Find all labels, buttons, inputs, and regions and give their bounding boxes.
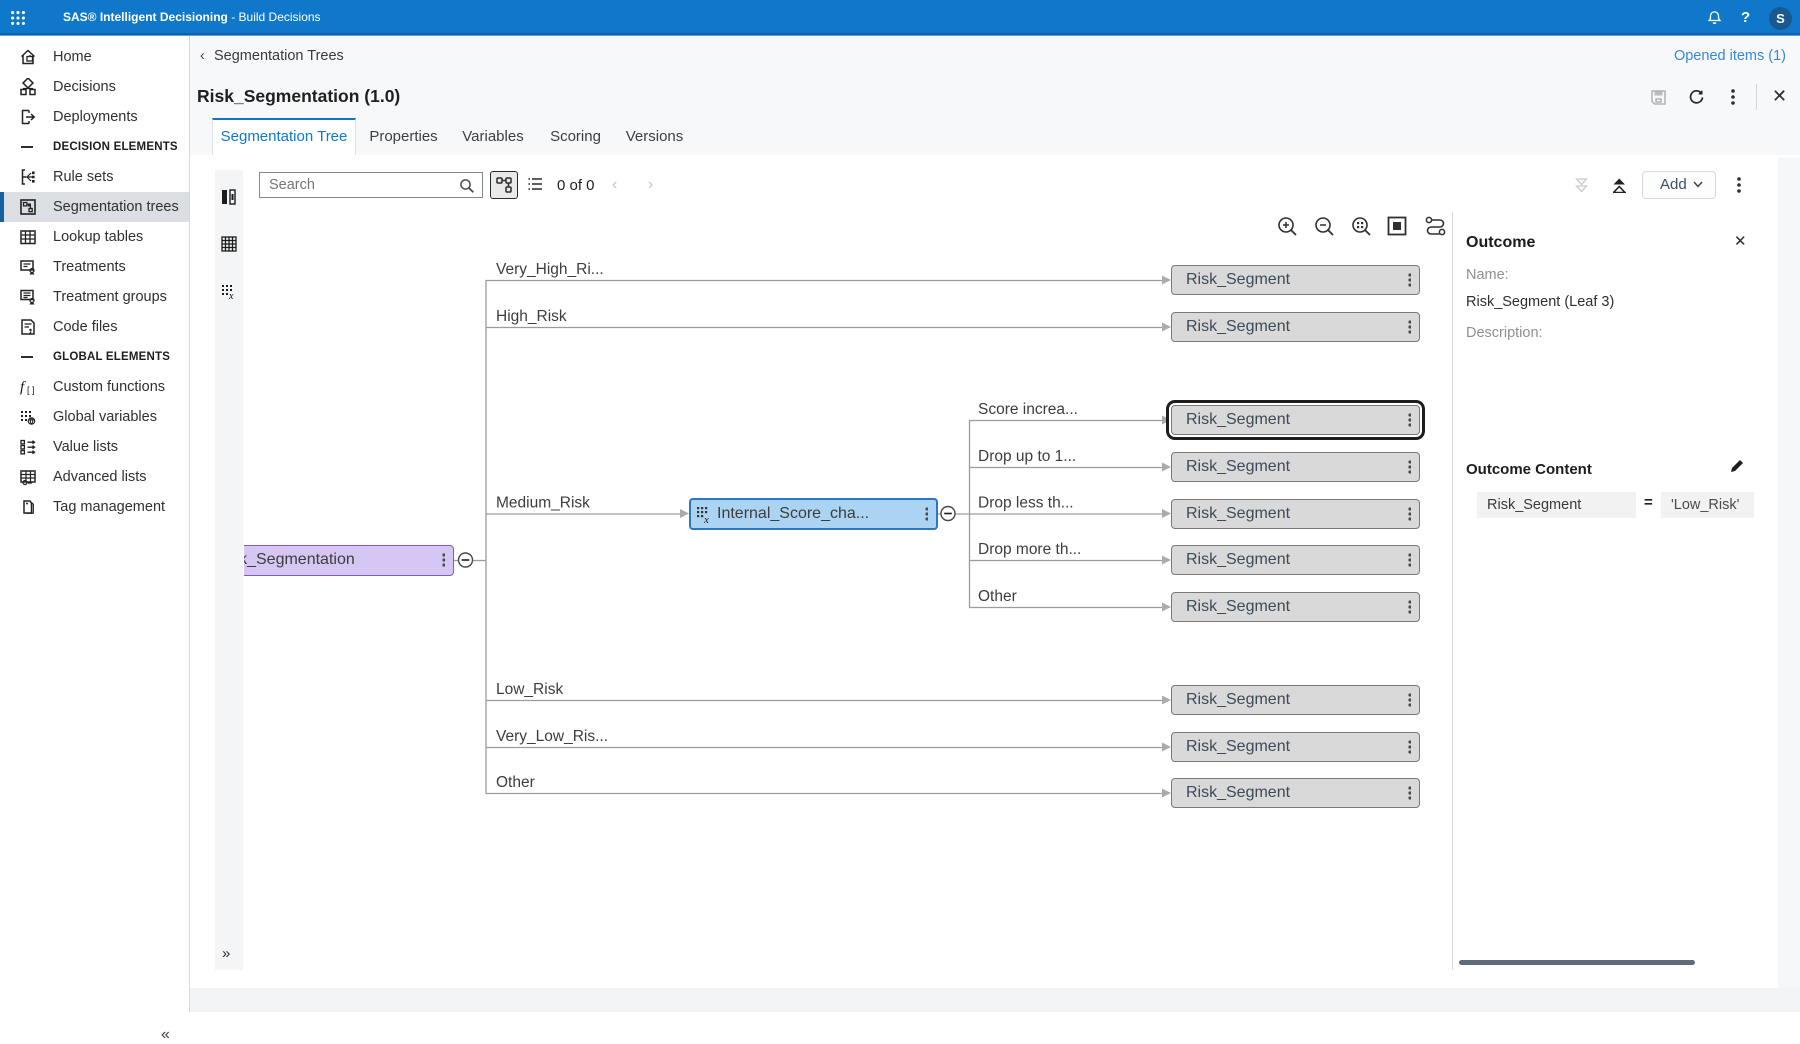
- svg-text:Drop up to 1...: Drop up to 1...: [978, 448, 1076, 465]
- svg-text:f: f: [20, 380, 26, 396]
- svg-text:Medium_Risk: Medium_Risk: [496, 495, 590, 512]
- svg-text:Drop more th...: Drop more th...: [978, 541, 1081, 558]
- svg-text:Very_Low_Ris...: Very_Low_Ris...: [496, 728, 608, 745]
- svg-text:Score increa...: Score increa...: [978, 401, 1078, 418]
- svg-text:Very_High_Ri...: Very_High_Ri...: [496, 261, 604, 278]
- svg-text:Low_Risk: Low_Risk: [496, 681, 563, 698]
- svg-text:x: x: [228, 291, 234, 302]
- svg-text:High_Risk: High_Risk: [496, 308, 567, 325]
- svg-text:Other: Other: [978, 588, 1017, 605]
- svg-text:[ ]: [ ]: [27, 385, 35, 395]
- svg-text:Other: Other: [496, 774, 535, 791]
- svg-text:x: x: [703, 514, 709, 526]
- svg-text:Drop less th...: Drop less th...: [978, 495, 1074, 512]
